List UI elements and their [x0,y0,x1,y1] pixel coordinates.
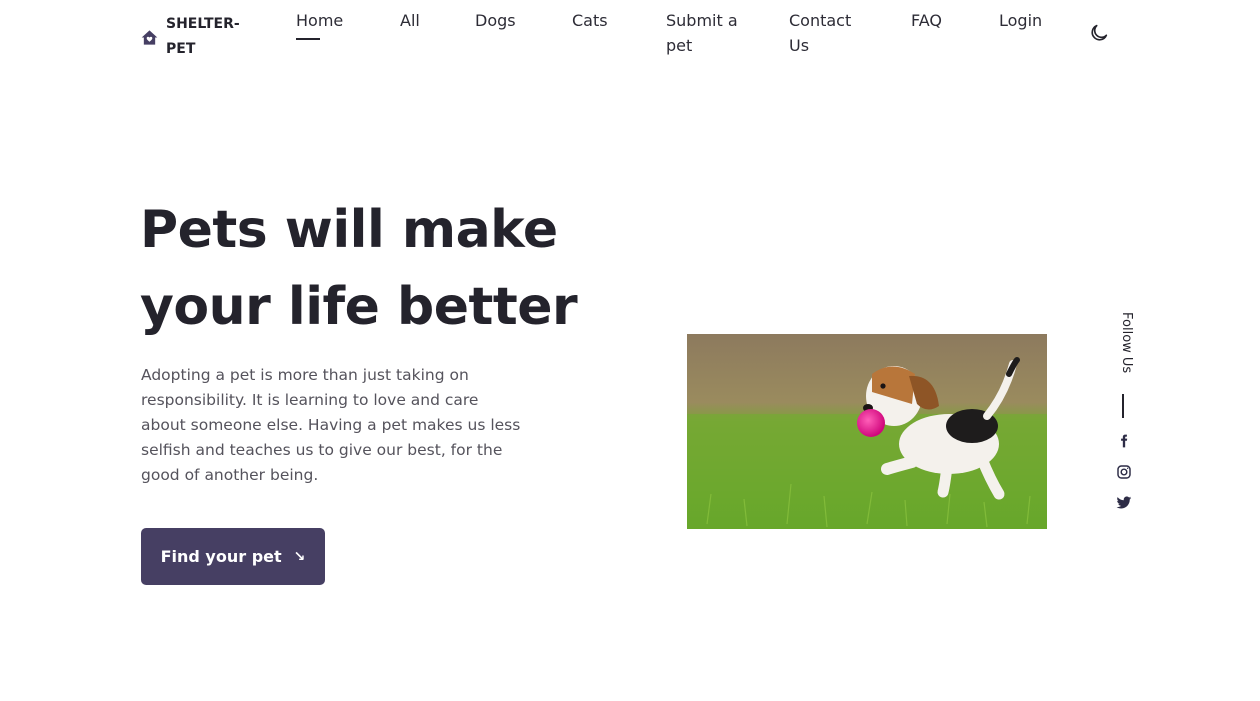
house-heart-icon [141,29,158,45]
twitter-icon[interactable] [1114,493,1134,513]
nav-dogs[interactable]: Dogs [475,8,516,33]
hero-description: Adopting a pet is more than just taking … [141,366,521,484]
facebook-icon[interactable] [1114,431,1134,451]
instagram-icon[interactable] [1114,462,1134,482]
nav-login[interactable]: Login [999,8,1042,33]
nav-submit-pet[interactable]: Submit a pet [666,8,738,58]
nav-home[interactable]: Home [296,8,343,40]
moon-icon[interactable] [1088,22,1110,44]
find-your-pet-button[interactable]: Find your pet ↘ [141,528,325,585]
nav-contact-us[interactable]: Contact Us [789,8,869,58]
page: SHELTER-PET Home All Dogs Cats Submit a … [0,0,1260,701]
nav-all[interactable]: All [400,8,420,33]
brand-name: SHELTER-PET [166,16,240,57]
hero-title: Pets will make your life better [140,200,578,337]
follow-divider [1122,394,1124,418]
hero-image [687,334,1047,529]
logo[interactable]: SHELTER-PET [141,12,240,62]
follow-us-label: Follow Us [1119,312,1134,374]
nav-cats[interactable]: Cats [572,8,608,33]
arrow-down-right-icon: ↘ [293,548,306,565]
cta-label: Find your pet [160,547,282,566]
nav-faq[interactable]: FAQ [911,8,942,33]
